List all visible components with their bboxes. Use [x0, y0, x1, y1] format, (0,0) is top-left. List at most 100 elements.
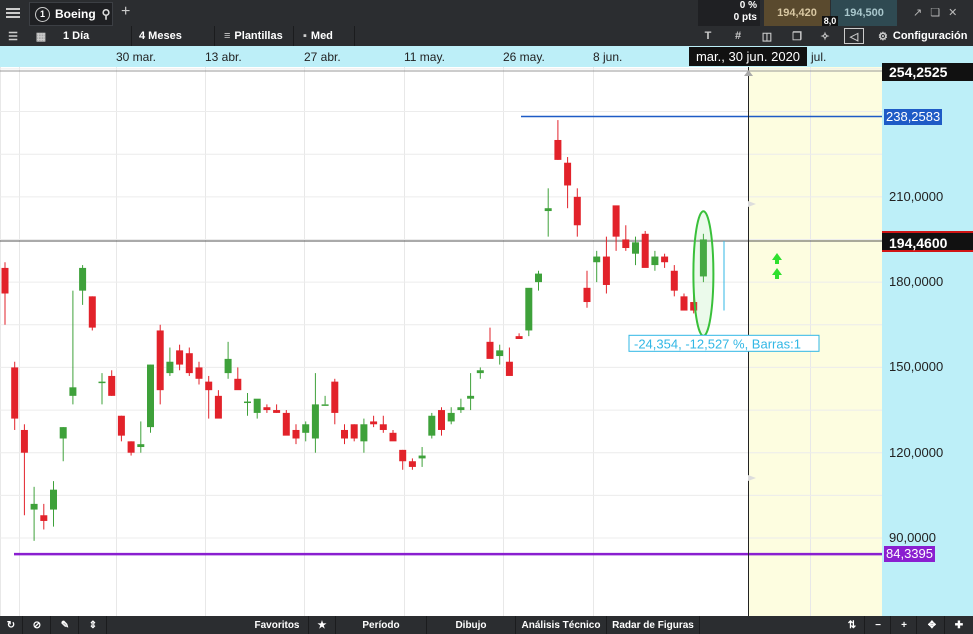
date-label: 8 jun.: [593, 50, 623, 64]
candle-body: [156, 330, 164, 391]
pattern-radar-button[interactable]: Radar de Figuras: [607, 616, 700, 634]
date-label: 11 may.: [404, 50, 445, 64]
candle-body: [311, 404, 319, 439]
candle-body: [467, 395, 475, 399]
menu-icon[interactable]: [6, 6, 20, 24]
y-tick-label: 150,0000: [889, 359, 944, 375]
price-chart[interactable]: -24,354, -12,527 %, Barras:1: [0, 67, 882, 616]
candle-body: [1, 267, 9, 294]
candle-body: [564, 162, 572, 186]
symbol-name: Boeing: [55, 7, 96, 21]
crosshair-icon[interactable]: ✧: [814, 26, 836, 46]
candle-body: [350, 424, 358, 439]
disable-icon[interactable]: ⊘: [24, 616, 51, 634]
zoom-out-icon[interactable]: −: [866, 616, 891, 634]
list-icon[interactable]: ☰: [2, 26, 24, 46]
y-tick-label: 90,0000: [889, 530, 936, 545]
bid-price-button[interactable]: 194,420: [764, 0, 830, 26]
text-tool-icon[interactable]: T: [697, 26, 719, 46]
candle-body: [234, 378, 242, 391]
change-pct: 0 %: [739, 0, 757, 11]
candle-body: [641, 233, 649, 268]
current-price-label: 194,4600: [882, 231, 973, 253]
search-icon[interactable]: ⚲: [102, 7, 111, 21]
period-button[interactable]: Período: [336, 616, 427, 634]
candle-body: [428, 415, 436, 436]
gear-icon: ⚙: [878, 30, 888, 43]
candle-body: [273, 410, 281, 413]
candle-body: [244, 401, 251, 404]
sort-arrows-icon[interactable]: ⇕: [80, 616, 107, 634]
zoom-in-icon[interactable]: +: [892, 616, 917, 634]
crosshair-date-label: mar., 30 jun. 2020: [689, 47, 807, 66]
candle-body: [651, 256, 659, 266]
fit-icon[interactable]: ⇅: [840, 616, 865, 634]
candle-body: [166, 361, 174, 374]
candle-body: [11, 367, 19, 419]
star-icon[interactable]: ★: [309, 616, 336, 634]
range-selector[interactable]: 4 Meses: [133, 26, 215, 46]
candle-body: [554, 139, 562, 160]
candle-body: [370, 421, 378, 425]
candle-body: [137, 444, 145, 448]
date-label: 30 mar.: [116, 50, 157, 64]
candle-body: [263, 407, 271, 411]
candle-body: [40, 515, 48, 521]
candle-body: [593, 256, 601, 263]
candle-body: [176, 350, 184, 365]
templates-button[interactable]: ≡ Plantillas: [216, 26, 294, 46]
candle-body: [108, 375, 116, 396]
candle-body: [632, 242, 639, 254]
candle-body: [661, 256, 669, 263]
symbol-selector[interactable]: 1 Boeing ⚲: [29, 2, 113, 26]
candle-body: [379, 424, 387, 430]
candle-body: [622, 239, 630, 249]
drawing-button[interactable]: Dibujo: [427, 616, 516, 634]
candle-body: [505, 361, 513, 376]
measure-label: -24,354, -12,527 %, Barras:1: [634, 336, 801, 351]
candle-body: [438, 410, 445, 430]
candle-body: [195, 367, 203, 379]
candle-body: [680, 296, 688, 311]
pencil-icon[interactable]: ✎: [52, 616, 79, 634]
label-tag-icon[interactable]: ◁: [844, 28, 864, 44]
candle-body: [612, 205, 620, 237]
blue-level-label: 238,2583: [884, 108, 943, 125]
favorites-button[interactable]: Favoritos: [246, 616, 309, 634]
price-mode-icon: ▪: [303, 30, 307, 42]
crosshair-grid-icon[interactable]: #: [727, 26, 749, 46]
candle-body: [147, 364, 154, 428]
candle-body: [573, 196, 581, 226]
candle-body: [69, 387, 77, 396]
refresh-icon[interactable]: ↻: [0, 616, 23, 634]
technical-analysis-button[interactable]: Análisis Técnico: [516, 616, 607, 634]
candle-body: [59, 427, 67, 439]
templates-icon: ≡: [224, 30, 231, 42]
candle-body: [389, 432, 397, 442]
window-controls[interactable]: ↗❏✕: [913, 6, 965, 19]
expand-icon[interactable]: ✚: [946, 616, 972, 634]
candle-body: [321, 404, 329, 406]
layout-grid-icon[interactable]: ▦: [30, 26, 52, 46]
candle-body: [214, 395, 222, 419]
candle-body: [331, 381, 339, 413]
move-icon[interactable]: ✥: [920, 616, 945, 634]
add-tab-icon[interactable]: +: [121, 3, 130, 21]
candle-body: [447, 412, 455, 422]
date-label: jul.: [811, 50, 827, 64]
symbol-number: 1: [35, 6, 50, 22]
candle-body: [486, 341, 494, 359]
ask-price-button[interactable]: 194,500: [831, 0, 897, 26]
magnet-icon[interactable]: ◫: [756, 26, 778, 46]
copy-icon[interactable]: ❐: [786, 26, 808, 46]
candle-body: [496, 350, 504, 357]
interval-selector[interactable]: 1 Día: [56, 26, 132, 46]
settings-button[interactable]: ⚙ Configuración: [872, 26, 973, 46]
y-tick-label: 180,0000: [889, 274, 944, 290]
price-mode-selector[interactable]: ▪ Med: [295, 26, 355, 46]
candle-body: [253, 398, 261, 413]
date-label: 13 abr.: [205, 50, 242, 64]
candle-body: [117, 415, 125, 436]
y-tick-label: 120,0000: [889, 444, 944, 460]
date-label: 27 abr.: [304, 50, 341, 64]
